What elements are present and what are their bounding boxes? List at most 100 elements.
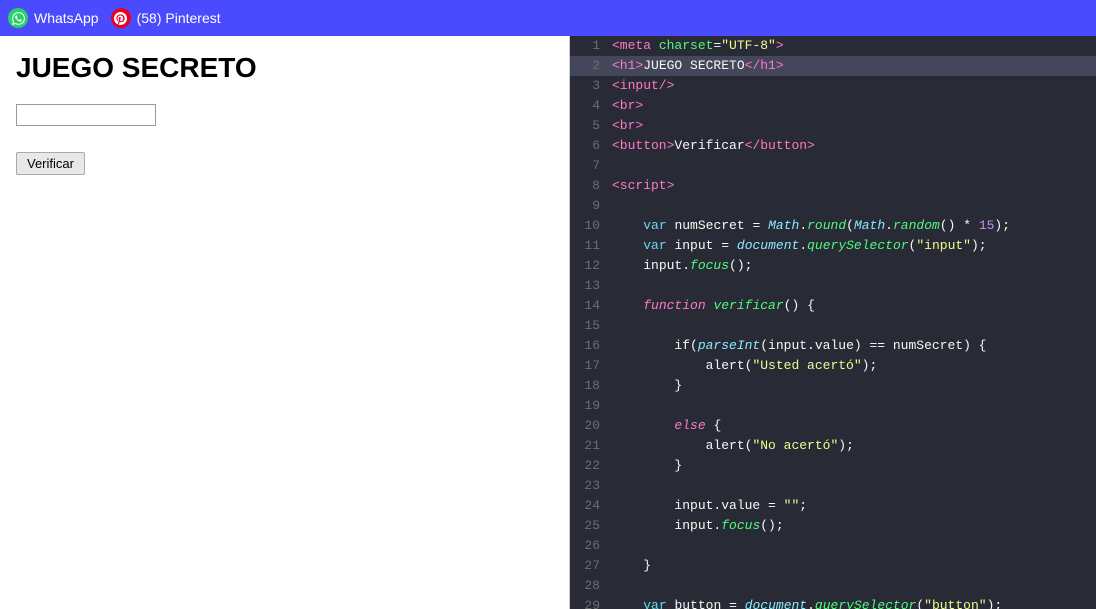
line-num-24: 24 <box>570 496 612 516</box>
verify-button[interactable]: Verificar <box>16 152 85 175</box>
line-num-16: 16 <box>570 336 612 356</box>
line-content-12: input.focus(); <box>612 256 1096 276</box>
code-line-11: 11 var input = document.querySelector("i… <box>570 236 1096 256</box>
line-content-19 <box>612 396 1096 416</box>
line-content-23 <box>612 476 1096 496</box>
line-num-15: 15 <box>570 316 612 336</box>
line-num-8: 8 <box>570 176 612 196</box>
line-content-10: var numSecret = Math.round(Math.random()… <box>612 216 1096 236</box>
code-line-8: 8 <script> <box>570 176 1096 196</box>
code-line-15: 15 <box>570 316 1096 336</box>
pinterest-icon <box>111 8 131 28</box>
line-content-15 <box>612 316 1096 336</box>
line-content-29: var button = document.querySelector("but… <box>612 596 1096 609</box>
line-num-14: 14 <box>570 296 612 316</box>
line-content-26 <box>612 536 1096 556</box>
line-content-8: <script> <box>612 176 1096 196</box>
code-line-6: 6 <button>Verificar</button> <box>570 136 1096 156</box>
pinterest-tab[interactable]: (58) Pinterest <box>111 8 221 28</box>
code-line-29: 29 var button = document.querySelector("… <box>570 596 1096 609</box>
code-line-22: 22 } <box>570 456 1096 476</box>
line-content-13 <box>612 276 1096 296</box>
line-content-1: <meta charset="UTF-8"> <box>612 36 1096 56</box>
line-content-18: } <box>612 376 1096 396</box>
code-line-24: 24 input.value = ""; <box>570 496 1096 516</box>
browser-preview: JUEGO SECRETO Verificar <box>0 36 570 609</box>
main-content: JUEGO SECRETO Verificar 1 <meta charset=… <box>0 36 1096 609</box>
line-num-22: 22 <box>570 456 612 476</box>
line-num-7: 7 <box>570 156 612 176</box>
line-num-2: 2 <box>570 56 612 76</box>
line-num-19: 19 <box>570 396 612 416</box>
line-content-9 <box>612 196 1096 216</box>
line-num-18: 18 <box>570 376 612 396</box>
line-num-21: 21 <box>570 436 612 456</box>
code-line-19: 19 <box>570 396 1096 416</box>
code-line-23: 23 <box>570 476 1096 496</box>
code-line-13: 13 <box>570 276 1096 296</box>
line-num-23: 23 <box>570 476 612 496</box>
line-content-28 <box>612 576 1096 596</box>
line-num-9: 9 <box>570 196 612 216</box>
line-num-6: 6 <box>570 136 612 156</box>
line-content-27: } <box>612 556 1096 576</box>
line-num-12: 12 <box>570 256 612 276</box>
line-num-10: 10 <box>570 216 612 236</box>
line-num-29: 29 <box>570 596 612 609</box>
code-editor: 1 <meta charset="UTF-8"> 2 <h1>JUEGO SEC… <box>570 36 1096 609</box>
code-line-21: 21 alert("No acertó"); <box>570 436 1096 456</box>
code-line-26: 26 <box>570 536 1096 556</box>
code-line-27: 27 } <box>570 556 1096 576</box>
line-num-25: 25 <box>570 516 612 536</box>
line-num-11: 11 <box>570 236 612 256</box>
line-num-27: 27 <box>570 556 612 576</box>
code-line-7: 7 <box>570 156 1096 176</box>
line-content-22: } <box>612 456 1096 476</box>
line-num-26: 26 <box>570 536 612 556</box>
whatsapp-tab[interactable]: WhatsApp <box>8 8 99 28</box>
line-content-3: <input/> <box>612 76 1096 96</box>
line-content-20: else { <box>612 416 1096 436</box>
line-num-3: 3 <box>570 76 612 96</box>
code-line-10: 10 var numSecret = Math.round(Math.rando… <box>570 216 1096 236</box>
whatsapp-tab-label: WhatsApp <box>34 10 99 26</box>
code-line-5: 5 <br> <box>570 116 1096 136</box>
line-num-4: 4 <box>570 96 612 116</box>
line-content-24: input.value = ""; <box>612 496 1096 516</box>
line-num-1: 1 <box>570 36 612 56</box>
code-line-4: 4 <br> <box>570 96 1096 116</box>
line-num-17: 17 <box>570 356 612 376</box>
line-content-16: if(parseInt(input.value) == numSecret) { <box>612 336 1096 356</box>
line-num-13: 13 <box>570 276 612 296</box>
line-content-17: alert("Usted acertó"); <box>612 356 1096 376</box>
line-num-20: 20 <box>570 416 612 436</box>
code-line-18: 18 } <box>570 376 1096 396</box>
code-line-14: 14 function verificar() { <box>570 296 1096 316</box>
code-line-16: 16 if(parseInt(input.value) == numSecret… <box>570 336 1096 356</box>
code-line-2: 2 <h1>JUEGO SECRETO</h1> <box>570 56 1096 76</box>
line-content-2: <h1>JUEGO SECRETO</h1> <box>612 56 1096 76</box>
browser-tab-bar: WhatsApp (58) Pinterest <box>0 0 1096 36</box>
secret-input[interactable] <box>16 104 156 126</box>
line-content-6: <button>Verificar</button> <box>612 136 1096 156</box>
code-line-20: 20 else { <box>570 416 1096 436</box>
line-num-5: 5 <box>570 116 612 136</box>
line-content-5: <br> <box>612 116 1096 136</box>
code-line-9: 9 <box>570 196 1096 216</box>
code-line-25: 25 input.focus(); <box>570 516 1096 536</box>
line-content-21: alert("No acertó"); <box>612 436 1096 456</box>
code-line-1: 1 <meta charset="UTF-8"> <box>570 36 1096 56</box>
line-content-25: input.focus(); <box>612 516 1096 536</box>
whatsapp-icon <box>8 8 28 28</box>
code-line-3: 3 <input/> <box>570 76 1096 96</box>
line-content-7 <box>612 156 1096 176</box>
line-num-28: 28 <box>570 576 612 596</box>
code-line-17: 17 alert("Usted acertó"); <box>570 356 1096 376</box>
line-content-4: <br> <box>612 96 1096 116</box>
page-title: JUEGO SECRETO <box>16 52 553 84</box>
code-line-12: 12 input.focus(); <box>570 256 1096 276</box>
line-content-11: var input = document.querySelector("inpu… <box>612 236 1096 256</box>
pinterest-tab-label: (58) Pinterest <box>137 10 221 26</box>
line-content-14: function verificar() { <box>612 296 1096 316</box>
code-line-28: 28 <box>570 576 1096 596</box>
